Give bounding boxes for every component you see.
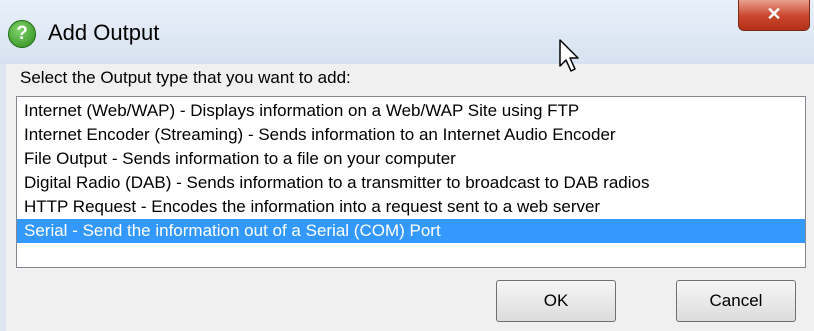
list-item[interactable]: Internet (Web/WAP) - Displays informatio…: [17, 99, 805, 123]
title-bar[interactable]: ? Add Output ✕: [0, 0, 814, 65]
output-type-list[interactable]: Internet (Web/WAP) - Displays informatio…: [16, 96, 806, 268]
ok-button[interactable]: OK: [496, 280, 616, 322]
list-item[interactable]: HTTP Request - Encodes the information i…: [17, 195, 805, 219]
list-item[interactable]: File Output - Sends information to a fil…: [17, 147, 805, 171]
window-title: Add Output: [48, 20, 160, 45]
list-item-selected[interactable]: Serial - Send the information out of a S…: [17, 219, 805, 243]
close-icon: ✕: [766, 4, 782, 24]
list-item[interactable]: Internet Encoder (Streaming) - Sends inf…: [17, 123, 805, 147]
close-button[interactable]: ✕: [738, 0, 810, 31]
cancel-button[interactable]: Cancel: [676, 280, 796, 322]
window-border: [0, 64, 6, 331]
list-item[interactable]: Digital Radio (DAB) - Sends information …: [17, 171, 805, 195]
prompt-label: Select the Output type that you want to …: [20, 68, 351, 87]
mouse-cursor-icon: [559, 39, 579, 72]
help-icon: ?: [8, 20, 36, 48]
